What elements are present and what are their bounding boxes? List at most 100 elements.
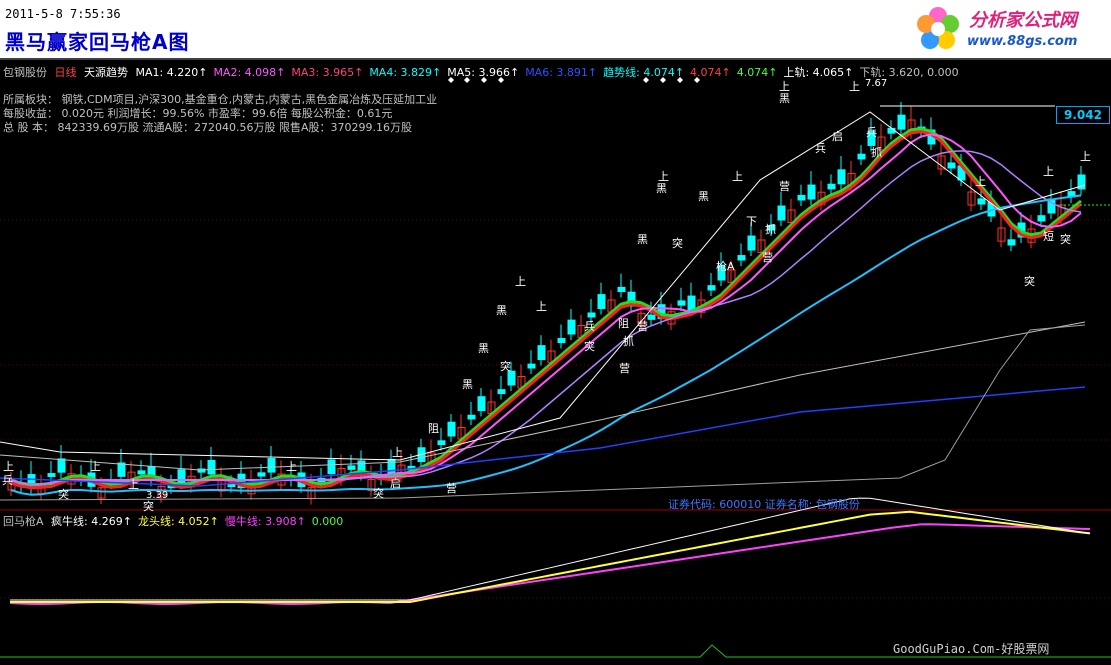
- candle-body: [497, 389, 506, 394]
- signal-label: 上: [286, 460, 297, 473]
- signal-label: 突: [672, 236, 683, 250]
- sub-indicator-bar: 回马枪A 疯牛线: 4.269↑ 龙头线: 4.052↑ 慢牛线: 3.908↑ 0.…: [0, 513, 349, 529]
- candle-body: [177, 469, 186, 484]
- candle-body: [807, 184, 816, 200]
- signal-label: 上: [975, 175, 986, 188]
- signal-label: 抓: [871, 145, 882, 159]
- low-price-label: 3.39: [146, 490, 169, 501]
- signal-label: 黑: [637, 233, 648, 246]
- signal-label: 黑: [656, 182, 667, 195]
- sub-indicator-value: 龙头线: 4.052↑: [137, 515, 219, 528]
- candle-body: [747, 235, 756, 251]
- signal-marker: [677, 77, 683, 83]
- signal-label: 营: [637, 319, 648, 333]
- candle-body: [647, 314, 656, 320]
- candle-body: [57, 458, 66, 473]
- signal-label: 黑: [496, 304, 507, 317]
- candle-body: [117, 462, 126, 477]
- signal-label: 上: [515, 275, 526, 288]
- candle-body: [777, 205, 786, 221]
- signal-label: 上: [3, 460, 14, 473]
- candle-body: [857, 153, 866, 160]
- signal-marker: [660, 77, 666, 83]
- signal-label: 下: [746, 215, 757, 228]
- signal-label: 黑: [462, 378, 473, 391]
- candle-body: [597, 294, 606, 310]
- signal-label: 突: [584, 339, 595, 353]
- candle-body: [827, 183, 836, 190]
- signal-label: 上: [536, 300, 547, 313]
- candle-body: [797, 194, 806, 201]
- candle-body: [557, 338, 566, 344]
- peak-price-label: 7.67: [865, 78, 888, 89]
- signal-label: 阻: [618, 317, 629, 330]
- candle-body: [897, 114, 906, 130]
- signal-label: 突: [58, 487, 69, 501]
- candle-body: [567, 319, 576, 335]
- candle-body: [947, 162, 956, 169]
- signal-label: 上: [849, 80, 860, 93]
- ma-line: [0, 111, 1086, 461]
- signal-label: 突: [1024, 274, 1035, 288]
- candle-body: [527, 363, 536, 369]
- signal-label: 阻: [428, 422, 439, 435]
- kline-chart[interactable]: 上兵突上上突上突上启 营阻黑黑黑上突上兵突阻 营抓营黑 突黑上黑上黑上枪A下抓营兵启营…: [0, 0, 1111, 665]
- candle-body: [1037, 215, 1046, 222]
- candle-body: [537, 345, 546, 360]
- signal-label: 兵: [866, 126, 877, 139]
- candle-body: [837, 169, 846, 185]
- signal-label: 枪A: [716, 259, 735, 273]
- signal-label: 营: [762, 250, 773, 264]
- candle-body: [887, 127, 896, 134]
- signal-label: 上: [392, 446, 403, 459]
- signal-label: 上: [658, 170, 669, 183]
- candle-body: [687, 295, 696, 311]
- candle-body: [447, 421, 456, 437]
- candle-body: [507, 370, 516, 386]
- signal-marker: [448, 77, 454, 83]
- candle-body: [587, 312, 596, 318]
- signal-label: 上: [1080, 150, 1091, 163]
- signal-label: 兵: [2, 474, 13, 487]
- sub-indicator-value: 疯牛线: 4.269↑: [51, 515, 132, 528]
- signal-label: 上: [90, 460, 101, 473]
- candle-body: [347, 465, 356, 470]
- candle-body: [477, 396, 486, 412]
- ma-line: [10, 150, 1082, 486]
- candle-body: [267, 458, 276, 473]
- candle-body: [437, 440, 446, 446]
- sub-indicator-value: 0.000: [311, 515, 344, 528]
- signal-marker: [643, 77, 649, 83]
- signal-label: 黑: [478, 342, 489, 355]
- candle-body: [207, 459, 216, 475]
- signal-label: 营: [446, 481, 457, 495]
- signal-label: 上: [128, 478, 139, 491]
- sub-indicator-value: 慢牛线: 3.908↑: [224, 515, 306, 528]
- sub-indicator-name[interactable]: 回马枪A: [3, 515, 44, 528]
- signal-label: 兵: [584, 320, 595, 333]
- sub-indicator-line: [9, 523, 1091, 605]
- ma-line: [0, 386, 1086, 487]
- signal-label: 启: [832, 130, 843, 143]
- candle-body: [47, 473, 56, 477]
- signal-label: 营: [779, 179, 790, 193]
- signal-label: 上: [1043, 165, 1054, 178]
- ma-line: [10, 194, 1082, 496]
- signal-label: 营: [619, 361, 630, 375]
- signal-label: 突: [1060, 232, 1071, 246]
- signal-label: 抓: [623, 334, 634, 348]
- stock-info: 证券代码: 600010 证券名称: 包钢股份: [668, 498, 860, 511]
- candle-body: [617, 286, 626, 292]
- signal-label: 突: [373, 486, 384, 500]
- signal-label: 启: [390, 477, 401, 490]
- signal-label: 突: [500, 359, 511, 373]
- candle-body: [1007, 239, 1016, 246]
- candle-body: [137, 470, 146, 475]
- candle-body: [977, 198, 986, 205]
- candle-body: [707, 285, 716, 291]
- candle-body: [327, 459, 336, 475]
- signal-label: 短: [1043, 229, 1054, 243]
- footer-brand: GoodGuPiao.Com-好股票网: [893, 642, 1050, 656]
- current-price-tag: 9.042: [1056, 106, 1110, 124]
- signal-label: 上: [732, 170, 743, 183]
